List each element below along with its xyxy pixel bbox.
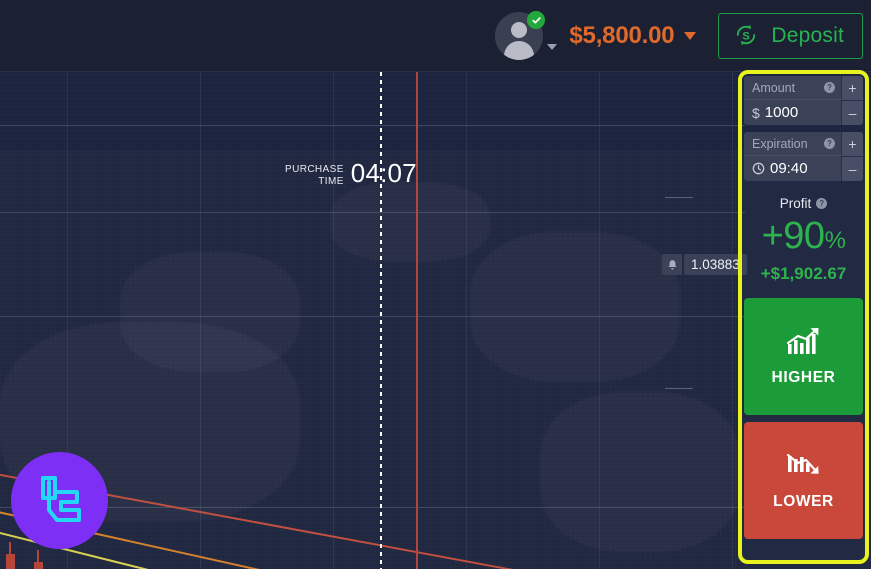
currency-symbol-icon: $ [752, 104, 760, 121]
chevron-down-icon[interactable] [684, 32, 697, 40]
avatar-body-shape [504, 41, 535, 60]
candlestick-wick [37, 550, 39, 569]
candlestick-texture [330, 182, 490, 262]
expiration-increment-button[interactable]: + [842, 132, 863, 156]
price-chart[interactable]: PURCHASE TIME 04:07 1.0390 1.0385 1.0380… [0, 72, 871, 569]
price-tick-dash [665, 197, 693, 198]
current-price-value: 1.03883 [684, 254, 747, 275]
expiration-stepper: + – [841, 132, 863, 181]
expiration-input[interactable] [770, 160, 833, 177]
profit-percent-symbol: % [824, 227, 846, 254]
amount-field-value-row[interactable]: $ [744, 99, 841, 125]
help-icon[interactable]: ? [824, 82, 835, 93]
current-price-badge[interactable]: 1.03883 [662, 254, 747, 275]
expiration-field-value-row[interactable] [744, 155, 841, 181]
profit-percent-number: +90 [761, 215, 825, 257]
price-tick-dash [665, 388, 693, 389]
higher-label: HIGHER [771, 369, 836, 386]
deposit-refresh-dollar-icon: S [733, 22, 759, 51]
purchase-time-label: PURCHASE TIME [285, 164, 344, 187]
amount-stepper: + – [841, 76, 863, 125]
amount-increment-button[interactable]: + [842, 76, 863, 100]
verified-check-icon [527, 11, 546, 29]
clock-icon [752, 162, 765, 175]
expiration-decrement-button[interactable]: – [842, 156, 863, 181]
profit-label: Profit [779, 196, 812, 211]
candlestick-texture [540, 392, 740, 552]
chevron-down-icon[interactable] [547, 44, 558, 50]
header-right-group: $5,800.00 S Deposit [495, 0, 863, 72]
amount-field-block: Amount ? $ + – [744, 76, 863, 125]
candlestick-texture [470, 232, 680, 382]
chart-up-arrow-icon [786, 326, 822, 359]
avatar-head-shape [511, 22, 528, 38]
purchase-time-value: 04:07 [350, 158, 417, 188]
deposit-button[interactable]: S Deposit [718, 13, 863, 59]
profit-block: Profit ? +90% +$1,902.67 [744, 196, 863, 284]
alert-bell-icon[interactable] [662, 254, 682, 275]
help-icon[interactable]: ? [816, 198, 828, 209]
deposit-label: Deposit [771, 24, 844, 47]
amount-label: Amount [752, 80, 796, 95]
expiration-field-block: Expiration ? + – [744, 132, 863, 181]
amount-field-main: Amount ? $ [744, 76, 841, 125]
svg-text:S: S [743, 30, 750, 42]
lower-button[interactable]: LOWER [744, 422, 863, 539]
help-icon[interactable]: ? [824, 138, 835, 149]
balance-amount: $5,800.00 [569, 22, 675, 49]
balance-selector[interactable]: $5,800.00 [569, 22, 697, 50]
top-header-bar: $5,800.00 S Deposit [0, 0, 871, 72]
avatar[interactable] [495, 11, 558, 60]
candlestick-wick [9, 542, 11, 569]
purchase-deadline-line [380, 72, 382, 569]
chart-down-arrow-icon [786, 450, 822, 483]
expiration-label: Expiration [752, 136, 808, 151]
profit-amount: +$1,902.67 [760, 264, 847, 283]
expiration-line [416, 72, 418, 569]
purchase-time-indicator: PURCHASE TIME 04:07 [285, 160, 417, 187]
profit-percent: +90% [744, 213, 863, 264]
amount-field-header: Amount ? [744, 76, 841, 99]
amount-input[interactable] [764, 104, 833, 121]
amount-decrement-button[interactable]: – [842, 100, 863, 125]
expiration-field-main: Expiration ? [744, 132, 841, 181]
platform-logo [11, 452, 108, 549]
higher-button[interactable]: HIGHER [744, 298, 863, 415]
lower-label: LOWER [773, 493, 834, 510]
profit-header: Profit ? [744, 196, 863, 211]
expiration-field-header: Expiration ? [744, 132, 841, 155]
trade-panel: Amount ? $ + – Expiration ? [744, 76, 863, 539]
